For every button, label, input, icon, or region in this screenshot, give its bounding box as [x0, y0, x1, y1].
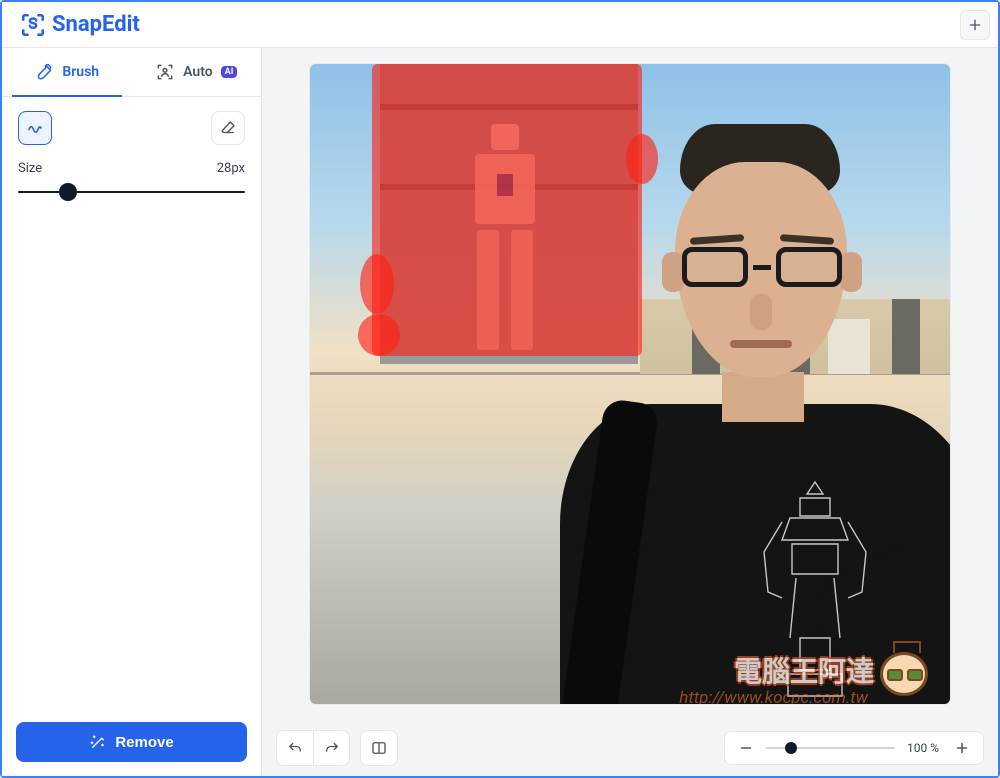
- tab-brush[interactable]: Brush: [2, 48, 132, 96]
- remove-button[interactable]: Remove: [16, 722, 247, 762]
- canvas-toolbar: 100 %: [262, 720, 998, 776]
- zoom-slider-thumb[interactable]: [785, 742, 797, 754]
- compare-button[interactable]: [361, 731, 397, 765]
- history-group: [276, 730, 350, 766]
- eraser-icon: [219, 119, 237, 137]
- main-area: Brush Auto AI Size 28px: [2, 48, 998, 776]
- watermark-text: 電腦王阿達: [734, 650, 874, 690]
- draw-tool-button[interactable]: [18, 111, 52, 145]
- undo-icon: [286, 739, 304, 757]
- size-slider-thumb[interactable]: [59, 183, 77, 201]
- magic-wand-icon: [89, 733, 107, 751]
- tab-auto-label: Auto: [183, 64, 213, 80]
- add-button[interactable]: [960, 10, 990, 40]
- size-slider[interactable]: [18, 180, 245, 204]
- squiggle-icon: [26, 119, 44, 137]
- watermark-mascot: [880, 652, 928, 696]
- auto-detect-icon: [155, 62, 175, 82]
- zoom-control: 100 %: [724, 731, 984, 765]
- size-label: Size: [18, 161, 42, 176]
- photo-person: [590, 124, 950, 704]
- zoom-value: 100 %: [899, 741, 947, 755]
- top-bar: SnapEdit: [2, 2, 998, 48]
- brand-name: SnapEdit: [52, 12, 140, 37]
- zoom-slider[interactable]: [765, 736, 895, 760]
- plus-icon: [967, 17, 983, 33]
- compare-icon: [370, 739, 388, 757]
- size-label-row: Size 28px: [2, 149, 261, 180]
- zoom-in-button[interactable]: [947, 732, 977, 764]
- tool-selector-row: [2, 97, 261, 149]
- edited-photo[interactable]: 電腦王阿達 http://www.kocpc.com.tw: [310, 64, 950, 704]
- minus-icon: [737, 739, 755, 757]
- ai-badge: AI: [221, 66, 238, 78]
- eraser-tool-button[interactable]: [211, 111, 245, 145]
- mode-tabs: Brush Auto AI: [2, 48, 261, 97]
- sidebar: Brush Auto AI Size 28px: [2, 48, 262, 776]
- tab-auto[interactable]: Auto AI: [132, 48, 262, 96]
- brand-icon: [20, 12, 46, 38]
- brush-icon: [34, 62, 54, 82]
- size-slider-wrap: [2, 180, 261, 212]
- sidebar-spacer: [2, 212, 261, 708]
- remove-button-label: Remove: [115, 734, 173, 751]
- plus-icon: [953, 739, 971, 757]
- compare-group: [360, 730, 398, 766]
- redo-icon: [323, 739, 341, 757]
- watermark-url: http://www.kocpc.com.tw: [679, 688, 868, 704]
- redo-button[interactable]: [313, 731, 349, 765]
- size-value: 28px: [217, 161, 245, 176]
- app-root: SnapEdit Brush Auto AI: [0, 0, 1000, 778]
- tab-brush-label: Brush: [62, 64, 99, 80]
- size-slider-track: [18, 191, 245, 193]
- zoom-out-button[interactable]: [731, 732, 761, 764]
- brand-logo[interactable]: SnapEdit: [20, 12, 140, 38]
- canvas-viewport: 電腦王阿達 http://www.kocpc.com.tw: [262, 48, 998, 720]
- canvas-area: 電腦王阿達 http://www.kocpc.com.tw: [262, 48, 998, 776]
- undo-button[interactable]: [277, 731, 313, 765]
